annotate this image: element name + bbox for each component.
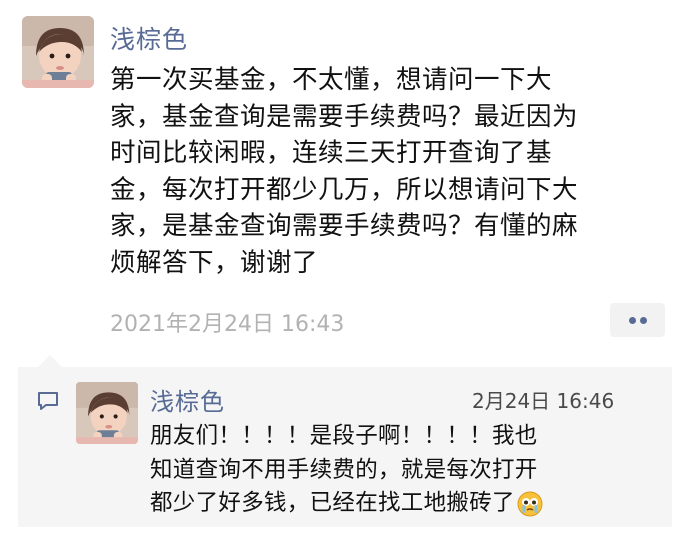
- post-content-line: 家，是基金查询需要手续费吗？有懂的麻: [110, 211, 579, 241]
- more-dots-icon: [629, 317, 636, 324]
- toddler-avatar-image: [22, 16, 94, 88]
- crying-face-emoji-icon: [517, 491, 543, 517]
- post-content-line: 时间比较闲暇，连续三天打开查询了基: [110, 138, 553, 168]
- comment-content-line: 都少了好多钱，已经在找工地搬砖了: [150, 487, 650, 521]
- comment-content-line: 朋友们！！！！是段子啊！！！！我也: [150, 423, 538, 449]
- post-content: 第一次买基金，不太懂，想请问一下大 家，基金查询是需要手续费吗？最近因为 时间比…: [110, 62, 670, 281]
- more-actions-button[interactable]: [610, 303, 665, 337]
- post-content-line: 金，每次打开都少几万，所以想请问下大: [110, 174, 579, 205]
- post-author-avatar[interactable]: [22, 16, 94, 88]
- comment-author-name[interactable]: 浅棕色: [150, 382, 225, 417]
- comment-content-line: 知道查询不用手续费的，就是每次打开: [150, 456, 538, 483]
- comment-icon: [38, 392, 58, 410]
- post-content-line: 第一次买基金，不太懂，想请问一下大: [110, 65, 553, 95]
- comment-content-text: 都少了好多钱，已经在找工地搬砖了: [150, 490, 515, 516]
- more-dots-icon: [640, 317, 647, 324]
- toddler-avatar-image: [76, 382, 138, 444]
- post-timestamp: 2021年2月24日 16:43: [110, 312, 345, 337]
- post-author-name[interactable]: 浅棕色: [110, 20, 188, 56]
- post-content-line: 家，基金查询是需要手续费吗？最近因为: [110, 101, 579, 132]
- comment-section-pointer: [38, 355, 62, 367]
- comment-author-avatar[interactable]: [76, 382, 138, 444]
- post-content-line: 烦解答下，谢谢了: [110, 247, 319, 278]
- comment-timestamp: 2月24日 16:46: [472, 389, 615, 413]
- moments-page: 浅棕色 第一次买基金，不太懂，想请问一下大 家，基金查询是需要手续费吗？最近因为…: [0, 0, 690, 533]
- comment-content[interactable]: 朋友们！！！！是段子啊！！！！我也 知道查询不用手续费的，就是每次打开 都少了好…: [150, 420, 650, 521]
